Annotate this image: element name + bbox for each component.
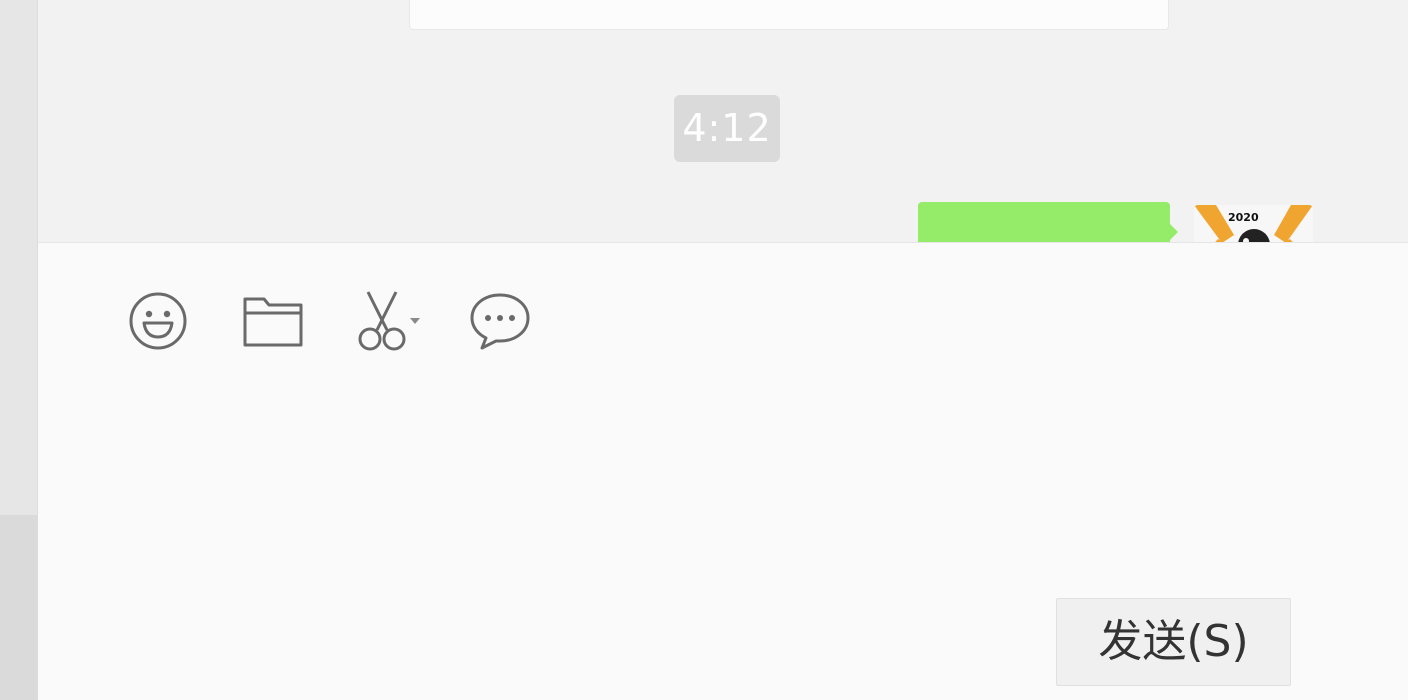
sidebar-edge-lower: [0, 515, 37, 700]
smiley-face-icon: [129, 292, 187, 350]
chat-history-button[interactable]: [468, 289, 532, 353]
message-timestamp: 4:12: [674, 95, 780, 162]
emoji-button[interactable]: [126, 289, 190, 353]
chevron-down-icon: [410, 318, 420, 324]
avatar[interactable]: 2020: [1194, 205, 1313, 242]
scissors-icon: [358, 291, 420, 351]
chat-window: 4:12 2020 发送(S): [0, 0, 1408, 700]
screenshot-button[interactable]: [354, 289, 426, 353]
svg-text:2020: 2020: [1228, 211, 1259, 224]
outgoing-message-bubble[interactable]: [918, 202, 1178, 242]
send-file-button[interactable]: [241, 289, 305, 353]
composer[interactable]: 发送(S): [38, 242, 1408, 700]
speech-bubble-icon: [470, 293, 530, 350]
folder-icon: [243, 297, 303, 347]
avatar-image: 2020: [1194, 205, 1313, 242]
sidebar-edge: [0, 0, 38, 700]
send-button[interactable]: 发送(S): [1056, 598, 1291, 686]
message-list[interactable]: 4:12 2020: [38, 0, 1408, 242]
previous-message-bubble[interactable]: [409, 0, 1169, 30]
